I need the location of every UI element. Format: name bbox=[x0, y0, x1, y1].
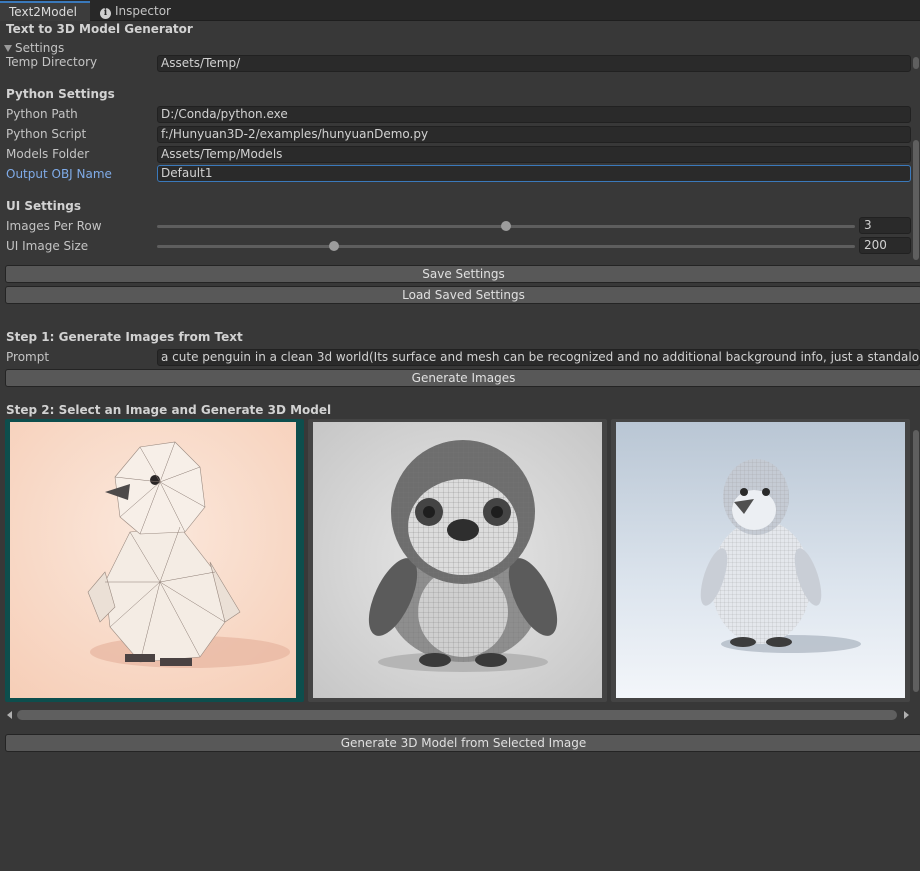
generate-images-button[interactable]: Generate Images bbox=[5, 369, 920, 387]
prompt-field[interactable]: a cute penguin in a clean 3d world(Its s… bbox=[157, 349, 920, 366]
ui-image-size-slider[interactable] bbox=[157, 245, 855, 248]
tab-label: Inspector bbox=[115, 4, 171, 18]
window-title: Text to 3D Model Generator bbox=[6, 22, 193, 36]
images-vertical-scrollbar[interactable] bbox=[913, 430, 919, 692]
mesh-penguin-image bbox=[616, 422, 905, 698]
python-path-label: Python Path bbox=[6, 107, 78, 121]
tab-text2model[interactable]: Text2Model bbox=[0, 1, 90, 21]
models-folder-field[interactable]: Assets/Temp/Models bbox=[157, 146, 911, 163]
settings-foldout-label: Settings bbox=[15, 41, 65, 55]
settings-foldout[interactable]: Settings bbox=[4, 41, 64, 55]
images-per-row-slider-thumb[interactable] bbox=[501, 221, 511, 231]
wireframe-penguin-image bbox=[313, 422, 602, 698]
images-horizontal-scrollbar[interactable] bbox=[5, 708, 911, 722]
output-obj-name-field[interactable]: Default1 bbox=[157, 165, 911, 182]
scroll-left-icon[interactable] bbox=[7, 711, 12, 719]
tab-label: Text2Model bbox=[9, 5, 77, 19]
ui-image-size-value[interactable]: 200 bbox=[859, 237, 911, 254]
output-obj-name-label: Output OBJ Name bbox=[6, 167, 112, 181]
images-per-row-value[interactable]: 3 bbox=[859, 217, 911, 234]
ui-image-size-label: UI Image Size bbox=[6, 239, 89, 253]
models-folder-label: Models Folder bbox=[6, 147, 90, 161]
ui-image-size-slider-thumb[interactable] bbox=[329, 241, 339, 251]
tab-inspector[interactable]: i Inspector bbox=[98, 2, 171, 21]
image-option-1[interactable] bbox=[5, 419, 304, 702]
scrollbar-thumb[interactable] bbox=[913, 57, 919, 69]
info-icon: i bbox=[100, 8, 111, 19]
python-script-field[interactable]: f:/Hunyuan3D-2/examples/hunyuanDemo.py bbox=[157, 126, 911, 143]
images-per-row-label: Images Per Row bbox=[6, 219, 102, 233]
image-option-2[interactable] bbox=[308, 419, 607, 702]
temp-directory-field[interactable]: Assets/Temp/ bbox=[157, 55, 911, 72]
tab-bar: Text2Model i Inspector bbox=[0, 0, 920, 21]
main-vertical-scrollbar[interactable] bbox=[913, 140, 919, 260]
temp-directory-label: Temp Directory bbox=[6, 55, 98, 69]
generate-3d-model-button[interactable]: Generate 3D Model from Selected Image bbox=[5, 734, 920, 752]
python-path-field[interactable]: D:/Conda/python.exe bbox=[157, 106, 911, 123]
image-option-3[interactable] bbox=[611, 419, 910, 702]
step2-header: Step 2: Select an Image and Generate 3D … bbox=[6, 403, 332, 417]
step1-header: Step 1: Generate Images from Text bbox=[6, 330, 243, 344]
prompt-label: Prompt bbox=[6, 350, 50, 364]
python-script-label: Python Script bbox=[6, 127, 87, 141]
save-settings-button[interactable]: Save Settings bbox=[5, 265, 920, 283]
load-saved-settings-button[interactable]: Load Saved Settings bbox=[5, 286, 920, 304]
ui-settings-header: UI Settings bbox=[6, 199, 82, 213]
python-settings-header: Python Settings bbox=[6, 87, 115, 101]
scroll-right-icon[interactable] bbox=[904, 711, 909, 719]
low-poly-penguin-image bbox=[10, 422, 296, 698]
horizontal-scrollbar-thumb[interactable] bbox=[17, 710, 897, 720]
foldout-arrow-icon bbox=[4, 45, 12, 52]
